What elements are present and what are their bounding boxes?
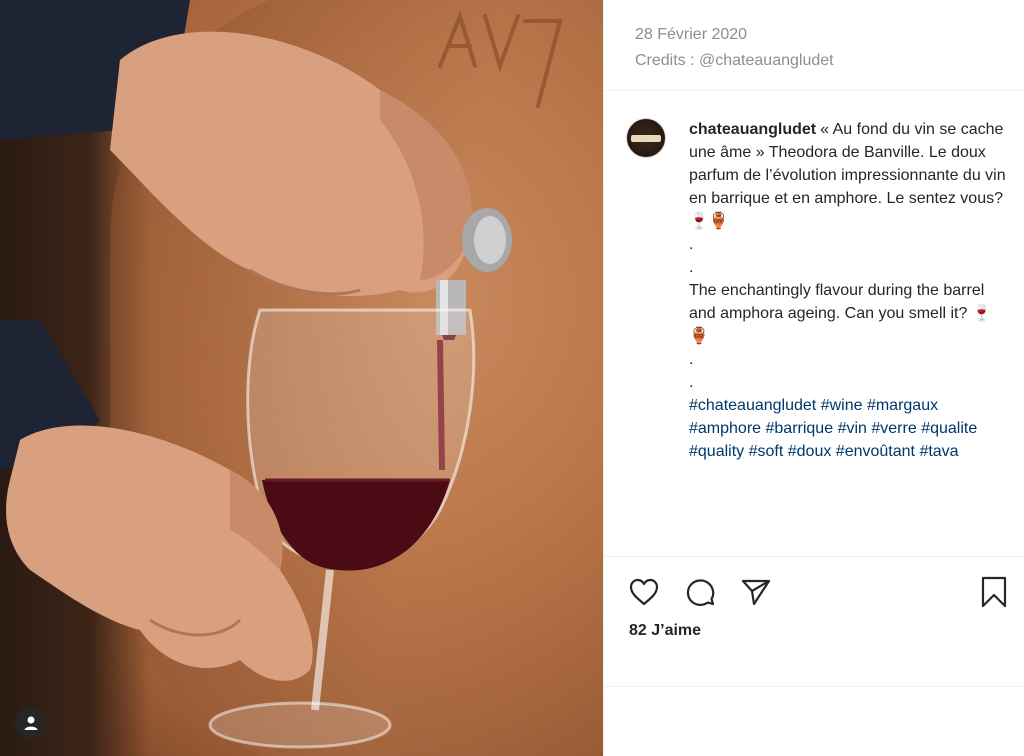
share-button[interactable]	[738, 574, 774, 610]
post-credits: Credits : @chateauangludet	[635, 52, 834, 69]
actions-divider	[604, 556, 1024, 557]
hashtag-link[interactable]: #vin	[838, 420, 867, 437]
caption-comment: chateauangludet « Au fond du vin se cache…	[626, 118, 1016, 463]
footer-divider	[604, 686, 1024, 687]
comment-button[interactable]	[682, 574, 718, 610]
caption-line-5: .	[689, 351, 694, 368]
caption-text: chateauangludet « Au fond du vin se cache…	[689, 118, 1009, 463]
likes-count[interactable]: 82 J’aime	[629, 622, 701, 640]
post-photo[interactable]	[0, 0, 603, 756]
share-icon	[741, 579, 771, 606]
hashtag-link[interactable]: #soft	[749, 443, 784, 460]
hashtag-link[interactable]: #wine	[821, 397, 863, 414]
caption-username[interactable]: chateauangludet	[689, 121, 816, 138]
hashtag-link[interactable]: #margaux	[867, 397, 938, 414]
heart-icon	[629, 578, 659, 606]
post-side-panel: 28 Février 2020 Credits : @chateauanglud…	[603, 0, 1024, 756]
user-icon	[24, 716, 38, 730]
caption-line-3: .	[689, 259, 694, 276]
avatar[interactable]	[626, 118, 666, 158]
profile-tag-button[interactable]	[15, 707, 47, 739]
header-divider	[604, 90, 1024, 91]
avatar-logo	[631, 135, 661, 142]
hashtag-link[interactable]: #chateauangludet	[689, 397, 816, 414]
hashtag-link[interactable]: #verre	[871, 420, 916, 437]
post-meta: 28 Février 2020 Credits : @chateauanglud…	[635, 22, 834, 74]
hashtag-link[interactable]: #quality	[689, 443, 744, 460]
hashtag-link[interactable]: #tava	[919, 443, 958, 460]
save-button[interactable]	[976, 574, 1012, 610]
hashtag-link[interactable]: #qualite	[921, 420, 977, 437]
caption-line-2: .	[689, 236, 694, 253]
holding-hand	[0, 320, 313, 681]
hashtags: #chateauangludet #wine #margaux #amphore…	[689, 394, 1009, 463]
comment-icon	[686, 579, 715, 606]
action-bar	[626, 574, 1016, 610]
hashtag-link[interactable]: #doux	[788, 443, 832, 460]
caption-line-4: The enchantingly flavour during the barr…	[689, 282, 992, 345]
post-date: 28 Février 2020	[635, 26, 748, 43]
hashtag-link[interactable]: #envoûtant	[836, 443, 915, 460]
caption-line-6: .	[689, 374, 694, 391]
hashtag-link[interactable]: #barrique	[766, 420, 834, 437]
like-button[interactable]	[626, 574, 662, 610]
bookmark-icon	[981, 576, 1007, 608]
hashtag-link[interactable]: #amphore	[689, 420, 761, 437]
